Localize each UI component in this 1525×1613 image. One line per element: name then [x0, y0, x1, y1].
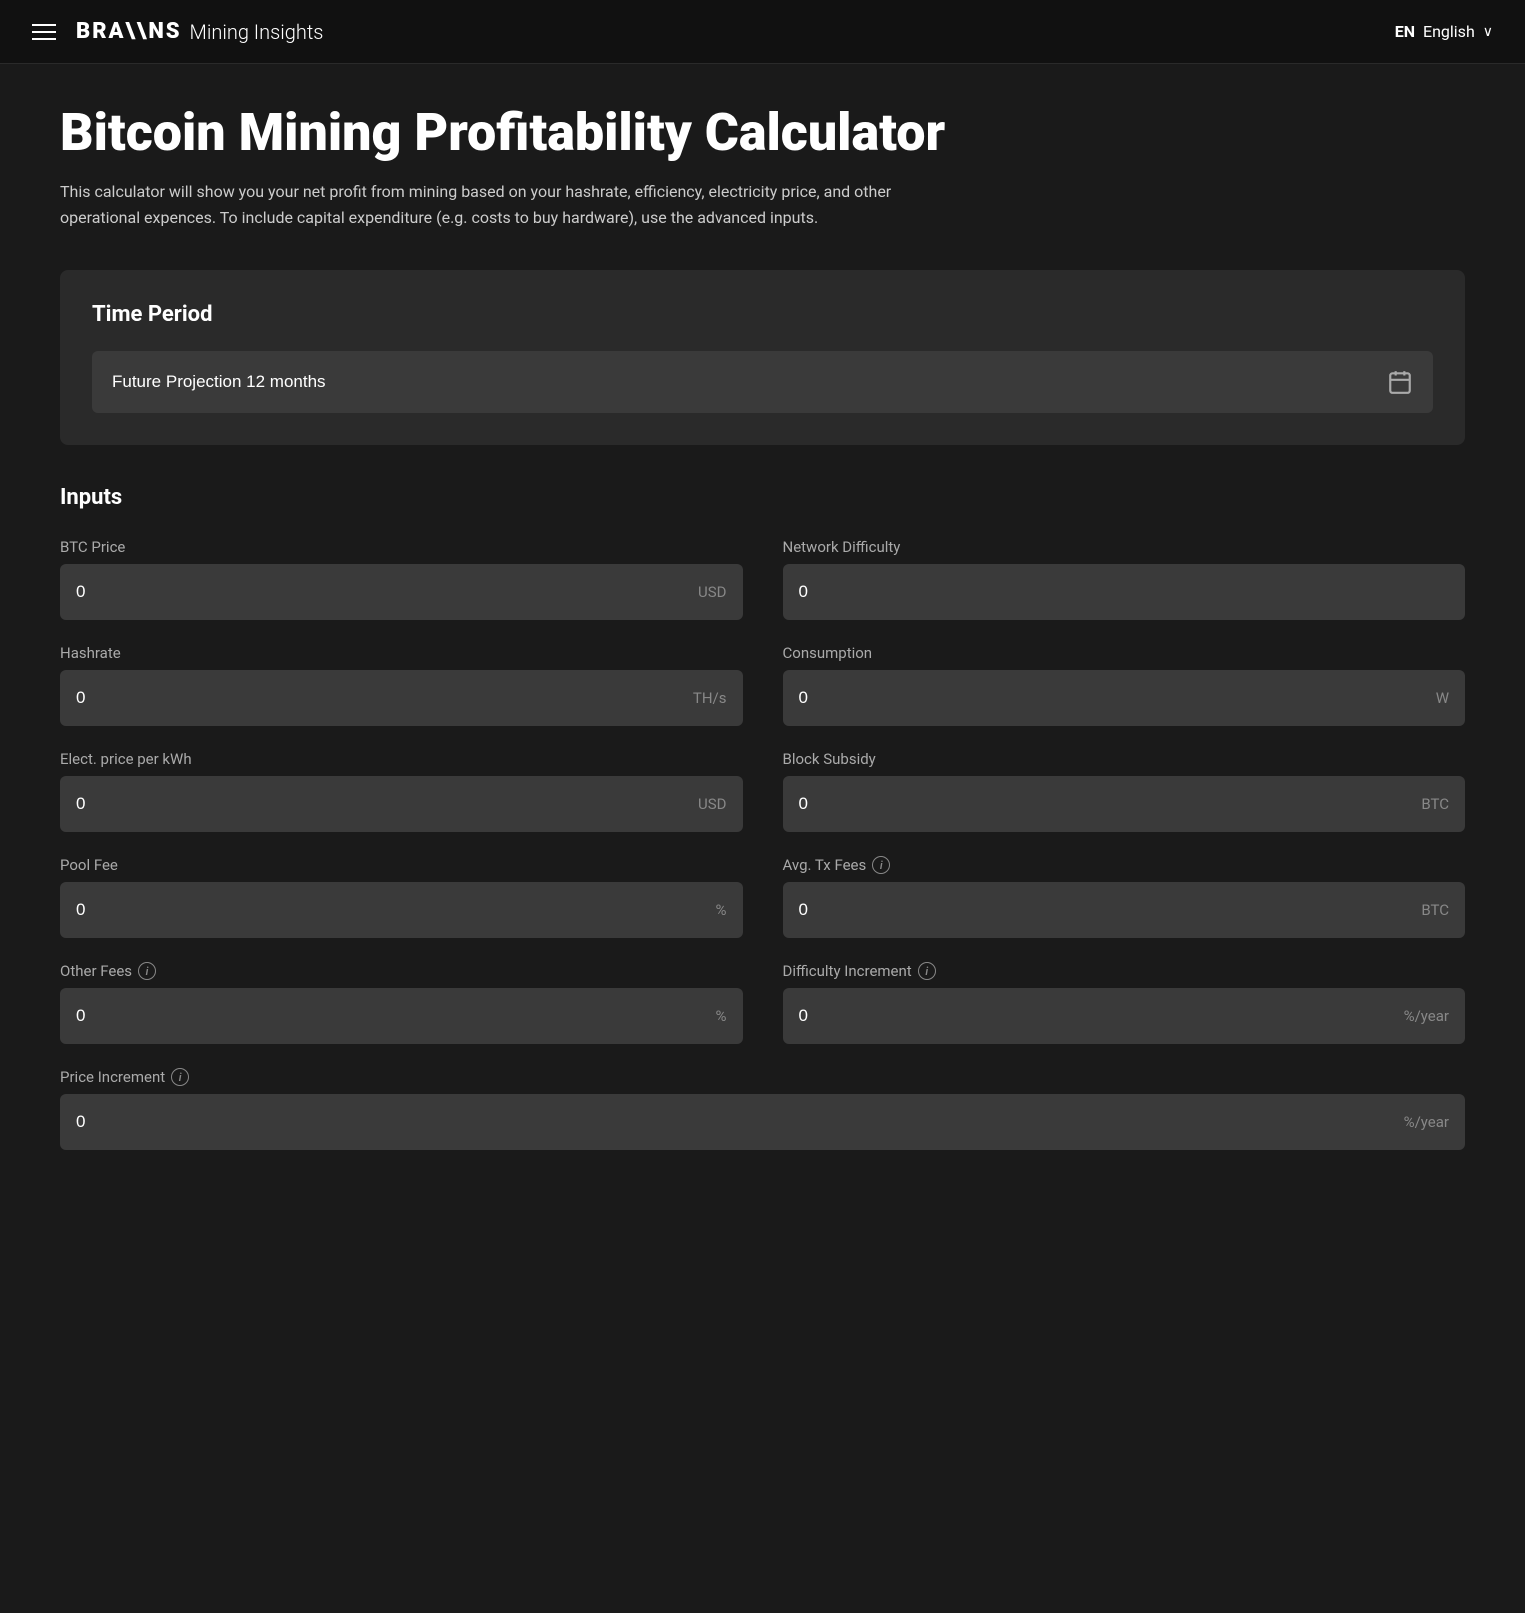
label-pool-fee: Pool Fee — [60, 856, 743, 874]
input-wrapper-consumption: W — [783, 670, 1466, 726]
input-other-fees[interactable] — [76, 1006, 708, 1026]
label-block-subsidy: Block Subsidy — [783, 750, 1466, 768]
input-group-network-difficulty: Network Difficulty — [783, 538, 1466, 620]
unit-hashrate: TH/s — [693, 689, 727, 707]
time-period-selector-button[interactable]: Future Projection 12 months — [92, 351, 1433, 413]
input-block-subsidy[interactable] — [799, 794, 1414, 814]
inputs-section: Inputs BTC Price USD Network Difficulty Has… — [60, 485, 1465, 1150]
input-hashrate[interactable] — [76, 688, 685, 708]
label-difficulty-increment: Difficulty Incrementi — [783, 962, 1466, 980]
input-wrapper-btc-price: USD — [60, 564, 743, 620]
input-group-btc-price: BTC Price USD — [60, 538, 743, 620]
input-group-price-increment: Price Incrementi %/year — [60, 1068, 1465, 1150]
info-icon-price-increment[interactable]: i — [171, 1068, 189, 1086]
unit-elec-price: USD — [698, 795, 726, 813]
input-avg-tx-fees[interactable] — [799, 900, 1414, 920]
unit-pool-fee: % — [716, 901, 727, 919]
label-hashrate: Hashrate — [60, 644, 743, 662]
info-icon-other-fees[interactable]: i — [138, 962, 156, 980]
time-period-card: Time Period Future Projection 12 months — [60, 270, 1465, 445]
input-group-difficulty-increment: Difficulty Incrementi %/year — [783, 962, 1466, 1044]
label-avg-tx-fees: Avg. Tx Feesi — [783, 856, 1466, 874]
input-group-consumption: Consumption W — [783, 644, 1466, 726]
input-wrapper-difficulty-increment: %/year — [783, 988, 1466, 1044]
unit-consumption: W — [1436, 689, 1449, 707]
unit-avg-tx-fees: BTC — [1421, 901, 1449, 919]
logo-brand: BRA\\NS — [76, 19, 182, 44]
page-title: Bitcoin Mining Profitability Calculator — [60, 104, 1465, 161]
label-btc-price: BTC Price — [60, 538, 743, 556]
page-description: This calculator will show you your net p… — [60, 179, 960, 230]
input-wrapper-pool-fee: % — [60, 882, 743, 938]
time-period-section-title: Time Period — [92, 302, 1433, 327]
inputs-grid: BTC Price USD Network Difficulty Hashrate TH… — [60, 538, 1465, 1150]
input-group-elec-price: Elect. price per kWh USD — [60, 750, 743, 832]
navbar: BRA\\NS Mining Insights EN English ∨ — [0, 0, 1525, 64]
hamburger-line-2 — [32, 31, 56, 33]
calendar-icon — [1387, 369, 1413, 395]
hamburger-line-1 — [32, 24, 56, 26]
input-btc-price[interactable] — [76, 582, 690, 602]
label-consumption: Consumption — [783, 644, 1466, 662]
label-elec-price: Elect. price per kWh — [60, 750, 743, 768]
language-selector[interactable]: EN English ∨ — [1395, 22, 1493, 41]
label-other-fees: Other Feesi — [60, 962, 743, 980]
input-wrapper-price-increment: %/year — [60, 1094, 1465, 1150]
logo: BRA\\NS Mining Insights — [76, 19, 323, 44]
hamburger-line-3 — [32, 38, 56, 40]
input-difficulty-increment[interactable] — [799, 1006, 1396, 1026]
time-period-selected-value: Future Projection 12 months — [112, 372, 326, 392]
input-pool-fee[interactable] — [76, 900, 708, 920]
input-group-hashrate: Hashrate TH/s — [60, 644, 743, 726]
info-icon-avg-tx-fees[interactable]: i — [872, 856, 890, 874]
input-wrapper-avg-tx-fees: BTC — [783, 882, 1466, 938]
unit-price-increment: %/year — [1404, 1113, 1449, 1131]
main-content: Bitcoin Mining Profitability Calculator … — [0, 64, 1525, 1230]
navbar-left: BRA\\NS Mining Insights — [32, 19, 323, 44]
language-chevron-icon: ∨ — [1483, 24, 1493, 40]
input-consumption[interactable] — [799, 688, 1428, 708]
input-network-difficulty[interactable] — [799, 582, 1450, 602]
input-wrapper-network-difficulty — [783, 564, 1466, 620]
language-code: EN — [1395, 22, 1415, 41]
hamburger-menu[interactable] — [32, 24, 56, 40]
unit-btc-price: USD — [698, 583, 726, 601]
input-wrapper-elec-price: USD — [60, 776, 743, 832]
input-group-other-fees: Other Feesi% — [60, 962, 743, 1044]
language-name: English — [1423, 22, 1475, 41]
input-wrapper-block-subsidy: BTC — [783, 776, 1466, 832]
input-elec-price[interactable] — [76, 794, 690, 814]
info-icon-difficulty-increment[interactable]: i — [918, 962, 936, 980]
label-network-difficulty: Network Difficulty — [783, 538, 1466, 556]
input-group-avg-tx-fees: Avg. Tx Feesi BTC — [783, 856, 1466, 938]
input-group-block-subsidy: Block Subsidy BTC — [783, 750, 1466, 832]
unit-other-fees: % — [716, 1007, 727, 1025]
input-group-pool-fee: Pool Fee% — [60, 856, 743, 938]
input-wrapper-hashrate: TH/s — [60, 670, 743, 726]
logo-subtitle: Mining Insights — [190, 20, 324, 44]
label-price-increment: Price Incrementi — [60, 1068, 1465, 1086]
inputs-section-title: Inputs — [60, 485, 1465, 510]
input-price-increment[interactable] — [76, 1112, 1396, 1132]
input-wrapper-other-fees: % — [60, 988, 743, 1044]
unit-block-subsidy: BTC — [1421, 795, 1449, 813]
unit-difficulty-increment: %/year — [1404, 1007, 1449, 1025]
